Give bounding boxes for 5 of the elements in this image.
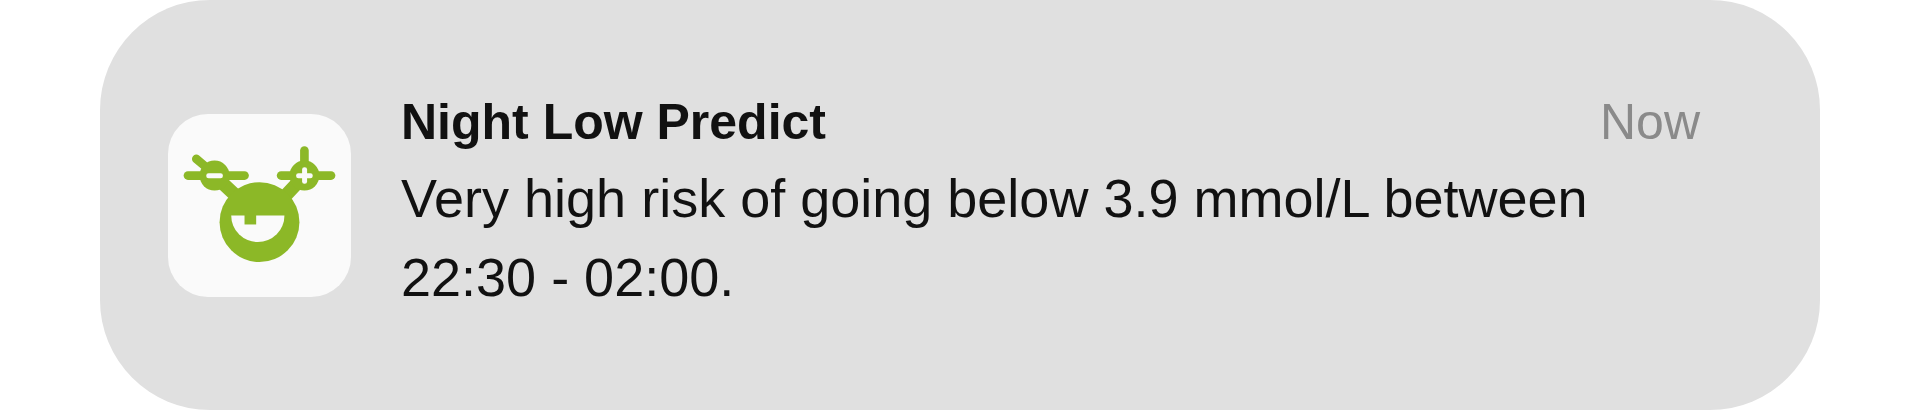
notification-body: Very high risk of going below 3.9 mmol/L between 22:30 - 02:00.	[401, 167, 1589, 309]
notification-title: Night Low Predict	[401, 93, 826, 151]
notification-time: Now	[1599, 93, 1700, 151]
notification-card[interactable]: Night Low Predict Now Very high risk of going below 3.9 mmol/L between 22:30 - 02:00.	[100, 0, 1820, 410]
app-icon	[168, 113, 351, 297]
